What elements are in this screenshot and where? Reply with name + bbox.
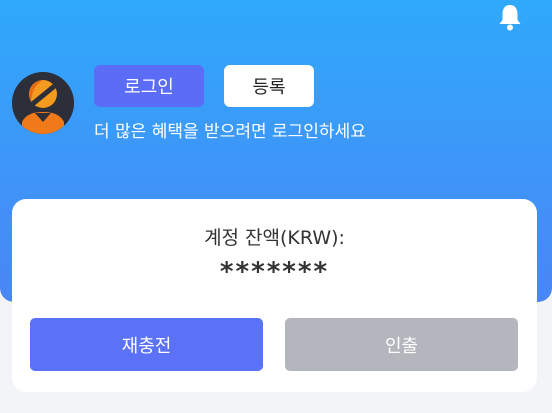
- register-button[interactable]: 등록: [224, 65, 314, 107]
- balance-value: *******: [219, 257, 330, 287]
- withdraw-button[interactable]: 인출: [285, 318, 518, 371]
- login-promo-text: 더 많은 혜택을 받으려면 로그인하세요: [94, 122, 366, 142]
- account-card: 계정 잔액(KRW): ******* 재충전 인출: [12, 199, 537, 392]
- user-avatar-icon[interactable]: [12, 72, 74, 134]
- login-button[interactable]: 로그인: [94, 65, 204, 107]
- balance-label: 계정 잔액(KRW):: [204, 227, 345, 249]
- recharge-button[interactable]: 재충전: [30, 318, 263, 371]
- bell-icon[interactable]: [495, 2, 525, 32]
